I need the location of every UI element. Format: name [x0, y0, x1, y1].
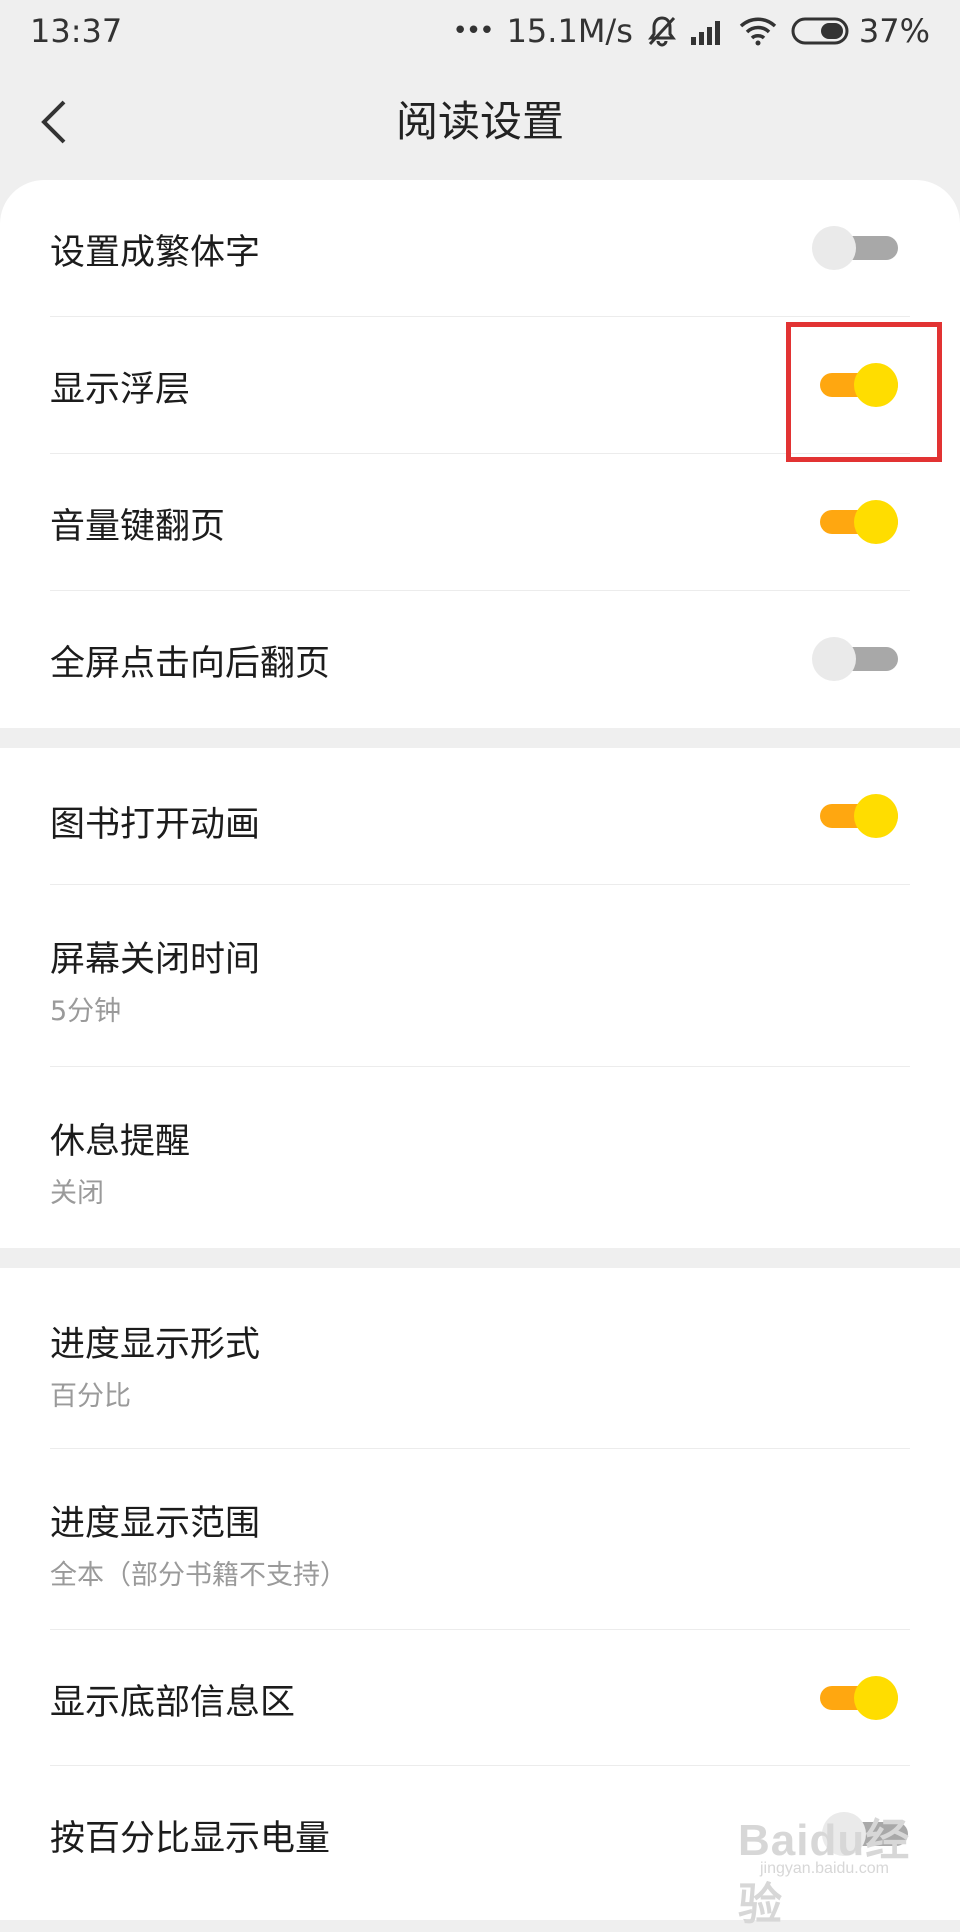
setting-row-rest-reminder[interactable]: 休息提醒 关闭	[50, 1067, 910, 1248]
settings-group-2: 图书打开动画 屏幕关闭时间 5分钟 休息提醒 关闭	[0, 748, 960, 1248]
setting-label: 进度显示形式	[50, 1325, 261, 1365]
setting-row-volume-key[interactable]: 音量键翻页	[50, 454, 910, 590]
setting-label: 进度显示范围	[50, 1504, 261, 1544]
setting-row-traditional[interactable]: 设置成繁体字	[50, 180, 910, 316]
setting-label: 音量键翻页	[50, 507, 226, 547]
signal-icon	[690, 17, 725, 45]
book-anim-toggle[interactable]	[812, 794, 898, 838]
setting-row-book-anim[interactable]: 图书打开动画	[50, 748, 910, 884]
setting-label: 全屏点击向后翻页	[50, 644, 331, 684]
nav-bar: 阅读设置	[0, 62, 960, 180]
status-time: 13:37	[30, 12, 123, 50]
setting-label: 屏幕关闭时间	[50, 940, 261, 980]
more-dots-icon: •••	[452, 16, 495, 46]
setting-row-overlay[interactable]: 显示浮层	[50, 317, 910, 453]
toggle-knob	[812, 226, 856, 270]
volume-key-toggle[interactable]	[812, 500, 898, 544]
battery-percent: 37%	[858, 12, 930, 50]
network-speed: 15.1M/s	[506, 12, 633, 50]
setting-value: 全本（部分书籍不支持）	[50, 1560, 347, 1591]
battery-icon	[791, 16, 851, 46]
setting-value: 百分比	[50, 1381, 131, 1412]
status-bar: 13:37 ••• 15.1M/s 37%	[0, 0, 960, 62]
bottom-info-toggle[interactable]	[812, 1676, 898, 1720]
toggle-knob	[812, 637, 856, 681]
setting-label: 休息提醒	[50, 1122, 191, 1162]
highlight-annotation	[786, 322, 942, 462]
setting-value: 关闭	[50, 1178, 104, 1209]
toggle-knob	[854, 794, 898, 838]
setting-label: 图书打开动画	[50, 805, 261, 845]
setting-row-bottom-info[interactable]: 显示底部信息区	[50, 1630, 910, 1765]
setting-label: 显示底部信息区	[50, 1683, 296, 1723]
setting-label: 按百分比显示电量	[50, 1819, 331, 1859]
setting-label: 设置成繁体字	[50, 233, 261, 273]
setting-row-fullscreen-tap[interactable]: 全屏点击向后翻页	[50, 591, 910, 728]
mute-bell-icon	[647, 15, 677, 47]
fullscreen-tap-toggle[interactable]	[812, 637, 898, 681]
wifi-icon	[739, 16, 777, 46]
battery-indicator: 37%	[791, 12, 930, 50]
toggle-knob	[854, 500, 898, 544]
setting-row-progress-format[interactable]: 进度显示形式 百分比	[50, 1268, 910, 1448]
watermark-url: jingyan.baidu.com	[760, 1860, 889, 1877]
setting-row-progress-range[interactable]: 进度显示范围 全本（部分书籍不支持）	[50, 1449, 910, 1629]
baidu-watermark: Baidu经验 jingyan.baidu.com	[738, 1804, 938, 1929]
status-icons: ••• 15.1M/s 37%	[453, 12, 930, 50]
page-title: 阅读设置	[395, 97, 564, 146]
setting-row-screen-off[interactable]: 屏幕关闭时间 5分钟	[50, 885, 910, 1066]
traditional-toggle[interactable]	[812, 226, 898, 270]
setting-label: 显示浮层	[50, 370, 191, 410]
toggle-knob	[854, 1676, 898, 1720]
setting-value: 5分钟	[50, 996, 122, 1027]
